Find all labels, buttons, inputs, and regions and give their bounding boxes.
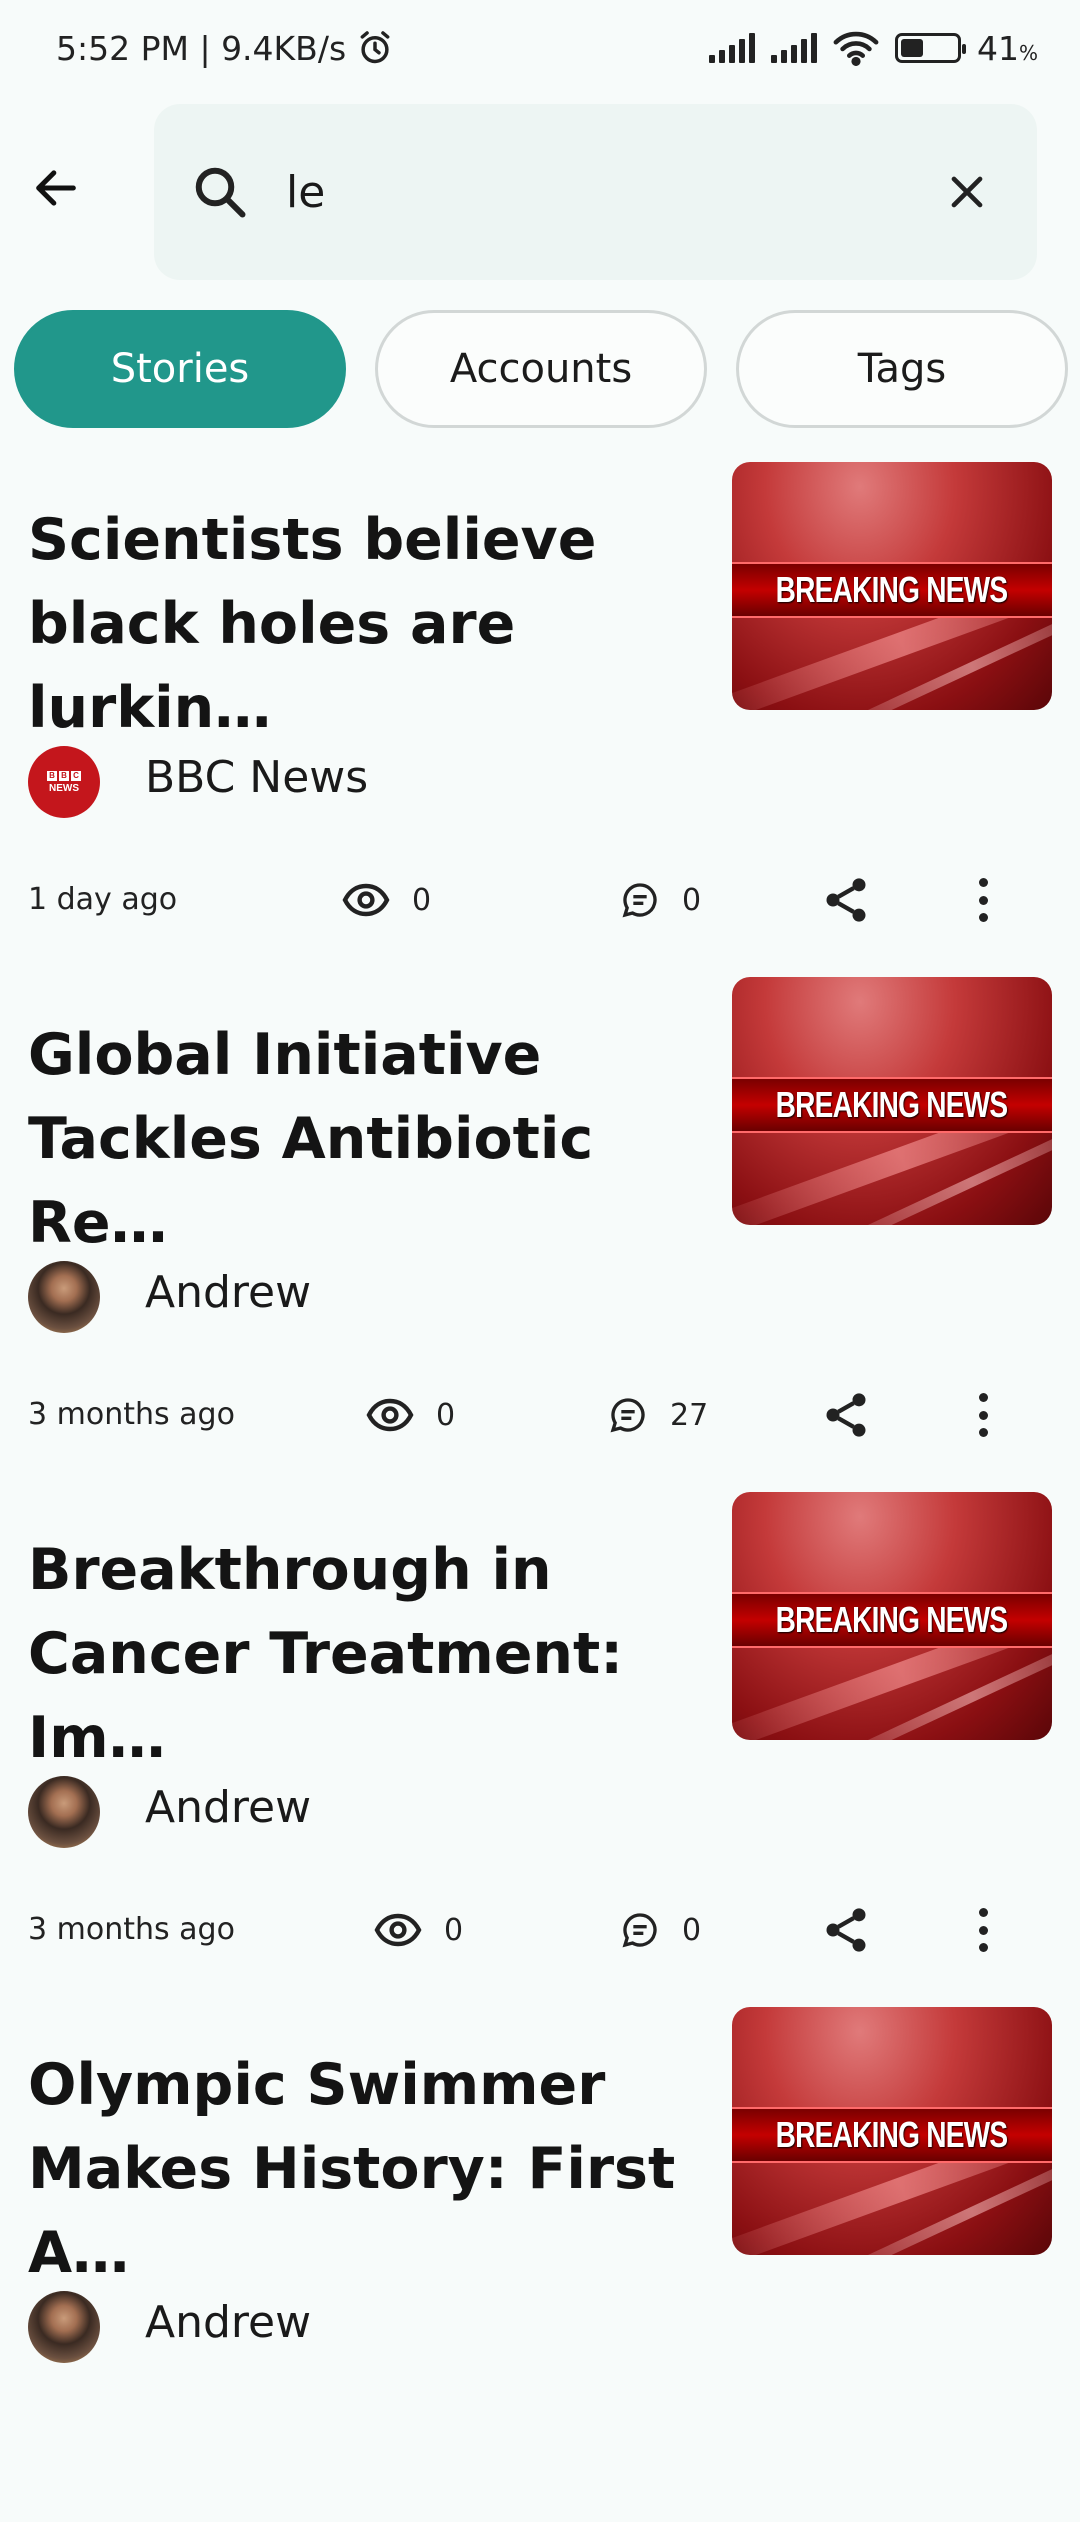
comment-icon — [622, 883, 657, 918]
story-title[interactable]: Breakthrough in Cancer Treatment: Im… — [28, 1528, 708, 1780]
story-card[interactable]: Scientists believe black holes are lurki… — [0, 462, 1080, 977]
battery-fill — [900, 39, 924, 57]
avatar — [28, 1776, 100, 1848]
search-input[interactable] — [284, 152, 884, 232]
comments-count: 27 — [670, 1397, 709, 1433]
comment-icon — [622, 1913, 657, 1948]
views-counter: 0 — [374, 1906, 463, 1954]
close-icon — [951, 176, 983, 208]
battery-percent: 41% — [976, 28, 1038, 68]
avatar: BBC NEWS — [28, 746, 100, 818]
tab-stories[interactable]: Stories — [14, 310, 346, 428]
share-button[interactable] — [820, 1387, 872, 1443]
story-card[interactable]: Global Initiative Tackles Antibiotic Re…… — [0, 977, 1080, 1492]
more-options-button[interactable] — [968, 872, 998, 928]
search-row — [0, 104, 1080, 280]
thumbnail-text: BREAKING NEWS — [776, 1599, 1008, 1640]
views-count: 0 — [444, 1912, 464, 1948]
story-meta: 1 day ago 0 0 — [0, 862, 1080, 938]
story-title[interactable]: Olympic Swimmer Makes History: First A… — [28, 2043, 708, 2295]
eye-icon — [342, 883, 390, 917]
eye-icon — [366, 1398, 414, 1432]
avatar — [28, 1261, 100, 1333]
story-meta: 3 months ago 0 27 — [0, 1377, 1080, 1453]
author-row[interactable]: Andrew — [28, 1772, 628, 1848]
author-name: Andrew — [145, 1782, 312, 1833]
thumbnail-text: BREAKING NEWS — [776, 2114, 1008, 2155]
alarm-icon — [360, 31, 390, 64]
status-left: 5:52 PM | 9.4KB/s — [56, 29, 394, 68]
story-time: 3 months ago — [28, 1397, 235, 1432]
views-counter: 0 — [342, 876, 431, 924]
story-card[interactable]: Olympic Swimmer Makes History: First A… … — [0, 2007, 1080, 2522]
story-meta: 3 months ago 0 0 — [0, 1892, 1080, 1968]
story-time: 1 day ago — [28, 882, 178, 917]
avatar — [28, 2291, 100, 2363]
story-title[interactable]: Global Initiative Tackles Antibiotic Re… — [28, 1013, 708, 1265]
status-time: 5:52 PM | 9.4KB/s — [56, 28, 347, 68]
battery-icon — [894, 33, 966, 63]
author-row[interactable]: Andrew — [28, 1257, 628, 1333]
story-thumbnail[interactable]: BREAKING NEWS — [732, 2007, 1052, 2255]
clear-search-button[interactable] — [941, 166, 993, 218]
author-row[interactable]: BBC NEWS BBC News — [28, 742, 628, 818]
story-time: 3 months ago — [28, 1912, 235, 1947]
thumbnail-text: BREAKING NEWS — [776, 1084, 1008, 1125]
story-thumbnail[interactable]: BREAKING NEWS — [732, 462, 1052, 710]
share-icon — [826, 1908, 866, 1952]
filter-tabs: Stories Accounts Tags — [0, 310, 1080, 428]
arrow-left-icon — [36, 170, 76, 206]
story-thumbnail[interactable]: BREAKING NEWS — [732, 977, 1052, 1225]
story-thumbnail[interactable]: BREAKING NEWS — [732, 1492, 1052, 1740]
more-options-button[interactable] — [968, 1902, 998, 1958]
status-bar: 5:52 PM | 9.4KB/s 41% — [0, 0, 1080, 96]
author-name: Andrew — [145, 1267, 312, 1318]
status-right: 41% — [708, 28, 1038, 68]
author-name: BBC News — [145, 752, 369, 803]
views-counter: 0 — [366, 1391, 455, 1439]
back-button[interactable] — [24, 156, 88, 220]
comments-count: 0 — [682, 1912, 702, 1948]
more-options-button[interactable] — [968, 1387, 998, 1443]
comment-icon — [610, 1398, 645, 1433]
tab-accounts[interactable]: Accounts — [375, 310, 707, 428]
comments-counter[interactable]: 0 — [620, 1906, 701, 1954]
views-count: 0 — [436, 1397, 456, 1433]
views-count: 0 — [412, 882, 432, 918]
author-row[interactable]: Andrew — [28, 2287, 628, 2363]
thumbnail-text: BREAKING NEWS — [776, 569, 1008, 610]
share-button[interactable] — [820, 1902, 872, 1958]
story-card[interactable]: Breakthrough in Cancer Treatment: Im… BR… — [0, 1492, 1080, 2007]
share-button[interactable] — [820, 872, 872, 928]
eye-icon — [374, 1913, 422, 1947]
share-icon — [826, 878, 866, 922]
search-box[interactable] — [154, 104, 1037, 280]
comments-counter[interactable]: 0 — [620, 876, 701, 924]
signal-icon-2 — [770, 33, 817, 63]
share-icon — [826, 1393, 866, 1437]
story-title[interactable]: Scientists believe black holes are lurki… — [28, 498, 708, 750]
signal-icon — [708, 33, 755, 63]
author-name: Andrew — [145, 2297, 312, 2348]
tab-tags[interactable]: Tags — [736, 310, 1068, 428]
comments-count: 0 — [682, 882, 702, 918]
search-icon — [190, 162, 250, 222]
comments-counter[interactable]: 27 — [608, 1391, 708, 1439]
wifi-icon — [833, 31, 879, 66]
